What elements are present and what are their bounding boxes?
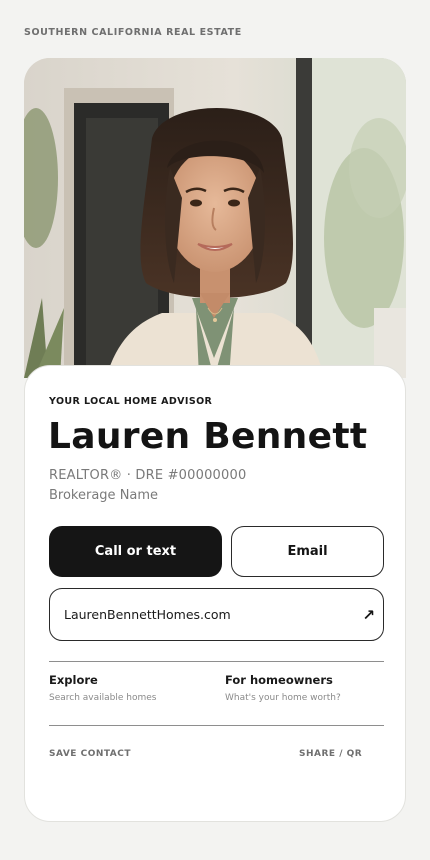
brokerage-name: Brokerage Name bbox=[49, 488, 159, 503]
call-or-text-button[interactable]: Call or text bbox=[49, 526, 222, 577]
external-link-arrow-icon: ↗ bbox=[362, 605, 375, 624]
brand-eyebrow: SOUTHERN CALIFORNIA REAL ESTATE bbox=[24, 27, 242, 38]
divider bbox=[49, 661, 384, 662]
explore-link[interactable]: Explore Search available homes bbox=[49, 673, 156, 703]
agent-name: Lauren Bennett bbox=[48, 416, 368, 457]
share-qr-link[interactable]: SHARE / QR bbox=[299, 749, 362, 759]
agent-photo bbox=[24, 58, 406, 378]
role-kicker: YOUR LOCAL HOME ADVISOR bbox=[49, 396, 213, 407]
website-url: LaurenBennettHomes.com bbox=[64, 607, 231, 622]
explore-subtitle: Search available homes bbox=[49, 693, 157, 703]
divider bbox=[49, 725, 384, 726]
email-button[interactable]: Email bbox=[231, 526, 384, 577]
homeowners-subtitle: What's your home worth? bbox=[225, 693, 341, 703]
website-link[interactable]: LaurenBennettHomes.com ↗ bbox=[49, 588, 384, 641]
license-number: REALTOR® · DRE #00000000 bbox=[49, 468, 247, 483]
homeowners-title: For homeowners bbox=[225, 673, 333, 687]
save-contact-link[interactable]: SAVE CONTACT bbox=[49, 749, 131, 759]
homeowners-link[interactable]: For homeowners What's your home worth? bbox=[225, 673, 341, 703]
explore-title: Explore bbox=[49, 673, 98, 687]
contact-card: YOUR LOCAL HOME ADVISOR Lauren Bennett R… bbox=[24, 365, 406, 822]
